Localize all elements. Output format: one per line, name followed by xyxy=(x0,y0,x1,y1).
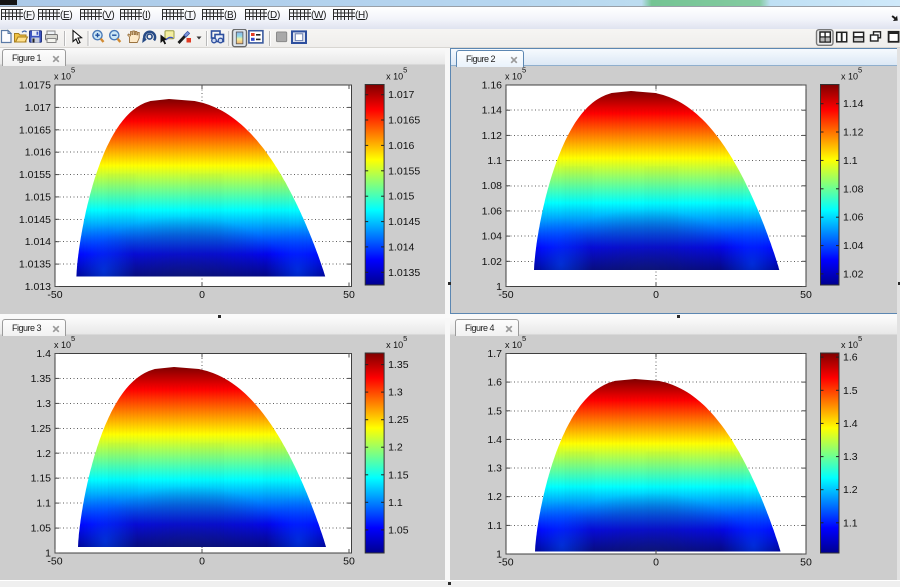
svg-text:1.06: 1.06 xyxy=(843,212,864,224)
svg-text:5: 5 xyxy=(522,66,526,75)
svg-text:1.0135: 1.0135 xyxy=(388,267,420,279)
svg-text:1.0175: 1.0175 xyxy=(19,80,51,92)
svg-text:1.3: 1.3 xyxy=(36,398,51,410)
svg-text:1.12: 1.12 xyxy=(843,127,864,139)
svg-text:50: 50 xyxy=(343,556,355,568)
svg-text:1.06: 1.06 xyxy=(482,205,503,217)
svg-text:0: 0 xyxy=(653,557,659,569)
svg-text:1.1: 1.1 xyxy=(843,155,858,167)
svg-text:1.2: 1.2 xyxy=(843,484,858,496)
svg-text:5: 5 xyxy=(522,334,526,343)
svg-text:1.5: 1.5 xyxy=(487,405,502,417)
svg-text:1.08: 1.08 xyxy=(482,180,503,192)
svg-text:1.014: 1.014 xyxy=(25,236,51,248)
svg-text:1.0155: 1.0155 xyxy=(388,165,420,177)
svg-text:1.4: 1.4 xyxy=(487,434,502,446)
svg-text:-50: -50 xyxy=(498,289,513,301)
svg-text:1.3: 1.3 xyxy=(843,451,858,463)
svg-text:1.4: 1.4 xyxy=(843,418,858,430)
svg-text:x 10: x 10 xyxy=(841,340,858,350)
svg-text:50: 50 xyxy=(800,557,812,569)
svg-text:1.6: 1.6 xyxy=(487,377,502,389)
svg-text:1.0135: 1.0135 xyxy=(19,259,51,271)
svg-text:1.5: 1.5 xyxy=(843,385,858,397)
svg-text:1.0145: 1.0145 xyxy=(19,214,51,226)
svg-text:x 10: x 10 xyxy=(386,340,403,350)
svg-text:1.1: 1.1 xyxy=(843,517,858,529)
svg-text:1.6: 1.6 xyxy=(843,352,858,364)
svg-text:1.16: 1.16 xyxy=(482,80,503,92)
svg-text:5: 5 xyxy=(403,334,407,343)
svg-text:1.4: 1.4 xyxy=(36,348,51,360)
svg-text:1.017: 1.017 xyxy=(25,102,51,114)
svg-text:x 10: x 10 xyxy=(386,72,403,82)
svg-text:1.0165: 1.0165 xyxy=(19,124,51,136)
svg-text:1.14: 1.14 xyxy=(482,105,503,117)
svg-text:5: 5 xyxy=(858,334,862,343)
svg-text:1.7: 1.7 xyxy=(487,348,502,360)
svg-text:1.2: 1.2 xyxy=(388,442,403,454)
svg-text:1.0145: 1.0145 xyxy=(388,216,420,228)
svg-text:x 10: x 10 xyxy=(505,72,522,82)
svg-text:1.3: 1.3 xyxy=(487,463,502,475)
svg-text:-50: -50 xyxy=(47,289,62,301)
svg-text:5: 5 xyxy=(858,66,862,75)
svg-text:1.017: 1.017 xyxy=(388,89,414,101)
svg-text:1.15: 1.15 xyxy=(388,469,409,481)
svg-text:50: 50 xyxy=(343,289,355,301)
svg-text:1.02: 1.02 xyxy=(482,256,503,268)
svg-text:1.2: 1.2 xyxy=(36,448,51,460)
svg-text:1.35: 1.35 xyxy=(31,373,52,385)
svg-text:1.015: 1.015 xyxy=(388,191,414,203)
svg-text:5: 5 xyxy=(71,66,75,75)
svg-text:1.1: 1.1 xyxy=(487,155,502,167)
svg-text:0: 0 xyxy=(653,289,659,301)
svg-text:1.14: 1.14 xyxy=(843,98,864,110)
svg-text:1.04: 1.04 xyxy=(843,240,864,252)
svg-text:1.1: 1.1 xyxy=(388,497,403,509)
svg-text:1.02: 1.02 xyxy=(843,268,864,280)
svg-text:1.016: 1.016 xyxy=(25,147,51,159)
svg-text:50: 50 xyxy=(800,289,812,301)
svg-text:0: 0 xyxy=(199,289,205,301)
svg-text:x 10: x 10 xyxy=(505,340,522,350)
svg-text:-50: -50 xyxy=(498,557,513,569)
svg-text:1.1: 1.1 xyxy=(36,498,51,510)
svg-text:1.3: 1.3 xyxy=(388,387,403,399)
svg-text:1.05: 1.05 xyxy=(31,523,52,535)
svg-text:1.04: 1.04 xyxy=(482,231,503,243)
svg-text:1.05: 1.05 xyxy=(388,524,409,536)
svg-text:1.08: 1.08 xyxy=(843,183,864,195)
svg-text:1.25: 1.25 xyxy=(388,414,409,426)
svg-text:1.25: 1.25 xyxy=(31,423,52,435)
svg-text:1.1: 1.1 xyxy=(487,520,502,532)
svg-text:x 10: x 10 xyxy=(54,72,71,82)
svg-text:5: 5 xyxy=(71,334,75,343)
svg-text:5: 5 xyxy=(403,66,407,75)
svg-text:1.015: 1.015 xyxy=(25,191,51,203)
svg-text:1.12: 1.12 xyxy=(482,130,503,142)
svg-text:x 10: x 10 xyxy=(841,72,858,82)
svg-text:1.0165: 1.0165 xyxy=(388,115,420,127)
svg-text:1.2: 1.2 xyxy=(487,491,502,503)
svg-text:1.15: 1.15 xyxy=(31,473,52,485)
svg-text:1.014: 1.014 xyxy=(388,241,414,253)
svg-text:x 10: x 10 xyxy=(54,340,71,350)
svg-text:1.35: 1.35 xyxy=(388,359,409,371)
svg-text:0: 0 xyxy=(199,556,205,568)
svg-text:1.0155: 1.0155 xyxy=(19,169,51,181)
svg-text:-50: -50 xyxy=(47,556,62,568)
svg-text:1.016: 1.016 xyxy=(388,140,414,152)
